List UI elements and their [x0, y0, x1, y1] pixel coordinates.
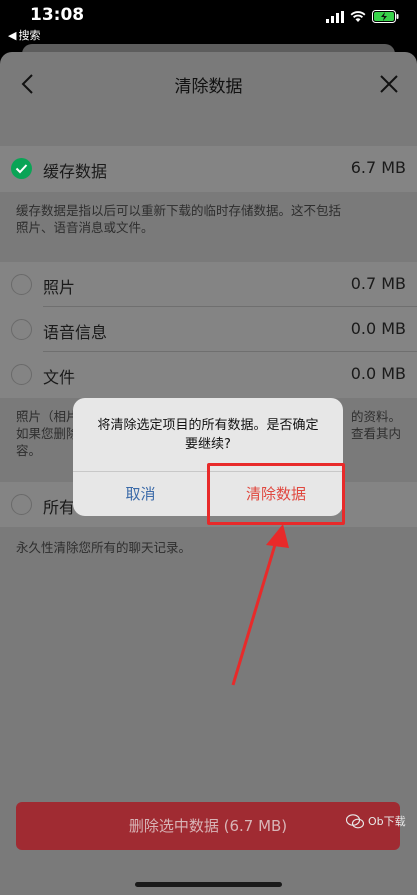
cache-size: 6.7 MB — [350, 158, 406, 177]
media-desc-line2-left: 如果您删除 — [16, 426, 79, 441]
dialog-message-line2: 要继续? — [185, 437, 231, 452]
radio-circle-icon[interactable] — [11, 494, 32, 515]
status-bar: 13:08 ◀ 搜索 — [0, 0, 417, 44]
home-indicator — [135, 882, 282, 887]
close-icon[interactable] — [375, 70, 403, 98]
radio-circle-icon[interactable] — [11, 364, 32, 385]
back-triangle-icon: ◀ — [8, 28, 17, 42]
dialog-message-line1: 将清除选定项目的所有数据。是否确定 — [97, 418, 319, 433]
media-group: 照片 0.7 MB 语音信息 0.0 MB 文件 0.0 MB — [0, 262, 417, 398]
wechat-logo-icon — [346, 813, 364, 828]
media-desc-line2-right: 查看其内 — [350, 426, 401, 441]
wifi-icon — [350, 10, 366, 22]
files-label: 文件 — [43, 368, 76, 387]
all-description: 永久性清除您所有的聊天记录。 — [16, 540, 192, 555]
back-to-search-label: 搜索 — [18, 29, 41, 42]
annotation-highlight-box — [207, 463, 345, 525]
photos-label: 照片 — [43, 278, 76, 297]
media-desc-line1-left: 照片（相片 — [16, 409, 79, 424]
radio-circle-icon[interactable] — [11, 274, 32, 295]
delete-selected-button[interactable]: 删除选中数据 (6.7 MB) — [16, 802, 400, 850]
cache-description: 缓存数据是指以后可以重新下载的临时存储数据。这不包括 照片、语音消息或文件。 — [16, 202, 401, 236]
cache-row[interactable]: 缓存数据 6.7 MB — [0, 146, 417, 191]
watermark-text: Ob下载 — [368, 815, 406, 828]
cache-group: 缓存数据 6.7 MB — [0, 146, 417, 192]
radio-circle-icon[interactable] — [11, 319, 32, 340]
list-item-voice[interactable]: 语音信息 0.0 MB — [0, 307, 417, 352]
cache-desc-line1: 缓存数据是指以后可以重新下载的临时存储数据。这不包括 — [16, 203, 342, 218]
list-item-files[interactable]: 文件 0.0 MB — [0, 352, 417, 397]
media-desc-line1-right: 的资料。 — [350, 409, 401, 424]
cancel-button[interactable]: 取消 — [73, 472, 208, 516]
nav-bar: 清除数据 — [0, 52, 417, 114]
page-title: 清除数据 — [174, 77, 243, 97]
files-size: 0.0 MB — [350, 364, 406, 383]
voice-label: 语音信息 — [43, 323, 108, 342]
back-to-search-link[interactable]: ◀ 搜索 — [8, 27, 40, 43]
cache-desc-line2: 照片、语音消息或文件。 — [16, 220, 154, 235]
dialog-message: 将清除选定项目的所有数据。是否确定 要继续? — [89, 416, 327, 454]
list-item-photos[interactable]: 照片 0.7 MB — [0, 262, 417, 307]
battery-charging-icon — [372, 10, 399, 23]
status-time: 13:08 — [30, 5, 85, 25]
checkmark-circle-icon[interactable] — [11, 158, 32, 179]
photos-size: 0.7 MB — [350, 274, 406, 293]
all-label: 所有 — [43, 498, 76, 517]
signal-icon — [326, 10, 344, 23]
cache-label: 缓存数据 — [43, 162, 108, 181]
status-icons — [326, 10, 399, 23]
watermark: Ob下载 — [346, 813, 406, 829]
voice-size: 0.0 MB — [350, 319, 406, 338]
